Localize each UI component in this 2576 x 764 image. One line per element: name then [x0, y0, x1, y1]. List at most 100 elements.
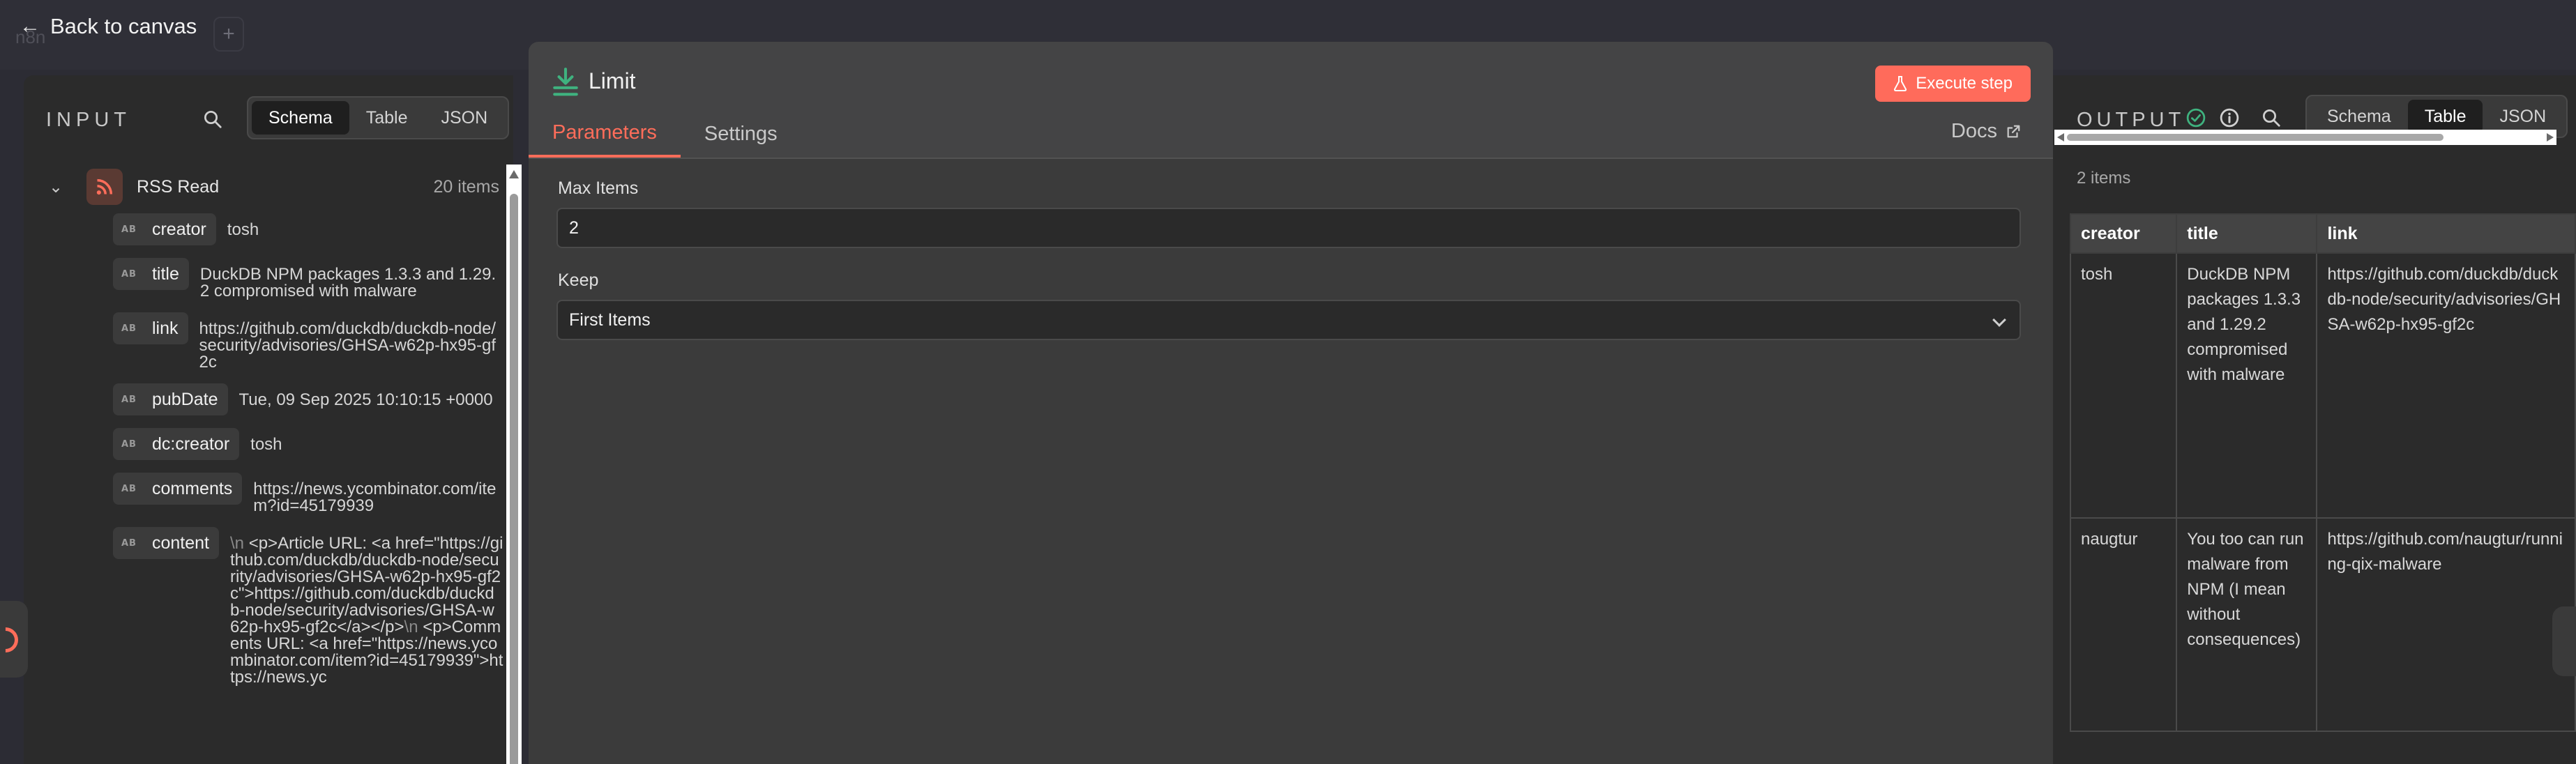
field-value: Tue, 09 Sep 2025 10:10:15 +0000	[238, 390, 493, 409]
output-table: creator title link tosh DuckDB NPM packa…	[2069, 213, 2576, 732]
node-title[interactable]: Limit	[589, 68, 636, 94]
info-icon[interactable]	[2219, 107, 2240, 128]
string-type-icon: AB	[121, 537, 137, 549]
string-type-icon: AB	[121, 323, 137, 334]
input-view-switch: Schema Table JSON	[247, 96, 510, 139]
output-view-table[interactable]: Table	[2407, 100, 2483, 133]
string-type-icon: AB	[121, 268, 137, 280]
execute-step-label: Execute step	[1916, 74, 2013, 93]
modal-tabs: Parameters Settings	[529, 110, 801, 158]
schema-field: AB content \n <p>Article URL: <a href="ht…	[113, 527, 503, 686]
docs-link[interactable]: Docs	[1951, 120, 2021, 143]
column-header[interactable]: title	[2176, 213, 2318, 254]
search-icon[interactable]	[2261, 107, 2282, 128]
newline-marker: \n	[230, 534, 245, 553]
schema-field: AB creator tosh	[113, 213, 503, 245]
field-key-pill[interactable]: AB dc:creator	[113, 428, 240, 460]
chevron-down-icon[interactable]: ⌄	[49, 177, 70, 197]
search-icon[interactable]	[202, 109, 223, 130]
table-cell[interactable]: You too can run malware from NPM (I mean…	[2176, 517, 2318, 732]
string-type-icon: AB	[121, 224, 137, 235]
table-header-row: creator title link	[2069, 213, 2576, 254]
max-items-label: Max Items	[558, 178, 639, 198]
field-key: creator	[151, 219, 206, 239]
field-key-pill[interactable]: AB link	[113, 312, 188, 344]
scroll-left-icon[interactable]	[2057, 133, 2064, 142]
chevron-down-icon	[1992, 313, 2006, 327]
table-cell[interactable]: naugtur	[2069, 517, 2178, 732]
tab-parameters[interactable]: Parameters	[529, 110, 681, 158]
field-key-pill[interactable]: AB pubDate	[113, 383, 228, 415]
scrollbar-thumb[interactable]	[2067, 134, 2444, 141]
canvas-edge-handle-right[interactable]	[2552, 606, 2576, 676]
field-value: https://github.com/duckdb/duckdb-node/se…	[199, 319, 497, 372]
newline-marker: \n	[404, 618, 418, 636]
schema-field: AB title DuckDB NPM packages 1.3.3 and 1.…	[113, 258, 503, 300]
string-type-icon: AB	[121, 483, 137, 494]
schema-field: AB link https://github.com/duckdb/duckdb-…	[113, 312, 503, 371]
field-value: tosh	[227, 220, 259, 239]
tab-settings[interactable]: Settings	[681, 110, 801, 158]
field-value: DuckDB NPM packages 1.3.3 and 1.29.2 com…	[199, 265, 497, 300]
back-to-canvas-button[interactable]: ← Back to canvas	[20, 13, 197, 40]
field-key-pill[interactable]: AB comments	[113, 473, 243, 505]
output-view-json[interactable]: JSON	[2483, 100, 2563, 133]
table-cell[interactable]: https://github.com/duckdb/duckdb-node/se…	[2316, 252, 2576, 519]
keep-label: Keep	[558, 270, 599, 290]
column-header[interactable]: link	[2316, 213, 2576, 254]
execute-step-button[interactable]: Execute step	[1875, 66, 2031, 102]
input-scrollbar[interactable]	[506, 165, 522, 764]
field-key: pubDate	[151, 389, 218, 409]
modal-header: Limit Execute step Parameters Settings D…	[529, 42, 2053, 158]
rss-icon	[86, 169, 123, 205]
flask-icon	[1894, 76, 1907, 91]
keep-select-value: First Items	[569, 310, 651, 330]
modal-divider	[529, 158, 2053, 159]
canvas-edge-handle-left[interactable]	[0, 601, 28, 678]
success-check-icon	[2186, 108, 2206, 128]
field-key: link	[151, 318, 179, 338]
output-panel-title: OUTPUT	[2077, 109, 2185, 131]
schema-field: AB pubDate Tue, 09 Sep 2025 10:10:15 +000…	[113, 383, 503, 415]
field-key: comments	[151, 478, 233, 498]
table-cell[interactable]: https://github.com/naugtur/running-qix-m…	[2316, 517, 2576, 732]
limit-node-icon	[553, 68, 578, 96]
table-cell[interactable]: tosh	[2069, 252, 2178, 519]
arrow-left-icon: ←	[20, 15, 40, 38]
field-key-pill[interactable]: AB content	[113, 527, 219, 559]
field-value: \n <p>Article URL: <a href="https://gith…	[230, 527, 503, 686]
input-view-schema[interactable]: Schema	[252, 101, 349, 135]
docs-label: Docs	[1950, 120, 1997, 142]
keep-select[interactable]: First Items	[556, 300, 2021, 340]
field-key: title	[151, 263, 179, 284]
string-type-icon: AB	[121, 394, 137, 405]
scroll-up-icon[interactable]	[509, 170, 519, 178]
schema-field: AB comments https://news.ycombinator.com/…	[113, 473, 503, 514]
input-panel-header: INPUT Schema Table JSON	[24, 96, 513, 141]
input-node-row[interactable]: ⌄ RSS Read 20 items	[49, 166, 509, 208]
field-value: tosh	[250, 435, 282, 454]
field-key: content	[151, 533, 209, 553]
input-view-json[interactable]: JSON	[424, 101, 504, 135]
string-type-icon: AB	[121, 438, 137, 450]
scrollbar-thumb[interactable]	[510, 194, 518, 764]
node-details-modal: Limit Execute step Parameters Settings D…	[529, 42, 2053, 764]
input-panel: INPUT Schema Table JSON ⌄ RSS Read 20 it…	[24, 75, 513, 764]
table-cell[interactable]: DuckDB NPM packages 1.3.3 and 1.29.2 com…	[2176, 252, 2318, 519]
external-link-icon	[2007, 125, 2020, 137]
input-view-table[interactable]: Table	[349, 101, 425, 135]
column-header[interactable]: creator	[2069, 213, 2178, 254]
output-horizontal-scrollbar[interactable]	[2054, 130, 2556, 145]
field-key-pill[interactable]: AB title	[113, 258, 189, 290]
input-node-name: RSS Read	[137, 176, 220, 197]
max-items-input[interactable]: 2	[556, 208, 2021, 248]
table-row: naugtur You too can run malware from NPM…	[2069, 517, 2576, 732]
add-tab-button[interactable]: +	[213, 17, 244, 52]
input-item-count: 20 items	[433, 176, 499, 197]
scroll-right-icon[interactable]	[2547, 133, 2554, 142]
field-key-pill[interactable]: AB creator	[113, 213, 216, 245]
table-row: tosh DuckDB NPM packages 1.3.3 and 1.29.…	[2069, 252, 2576, 519]
output-view-schema[interactable]: Schema	[2310, 100, 2408, 133]
back-to-canvas-label: Back to canvas	[50, 14, 197, 38]
input-panel-title: INPUT	[46, 109, 131, 131]
